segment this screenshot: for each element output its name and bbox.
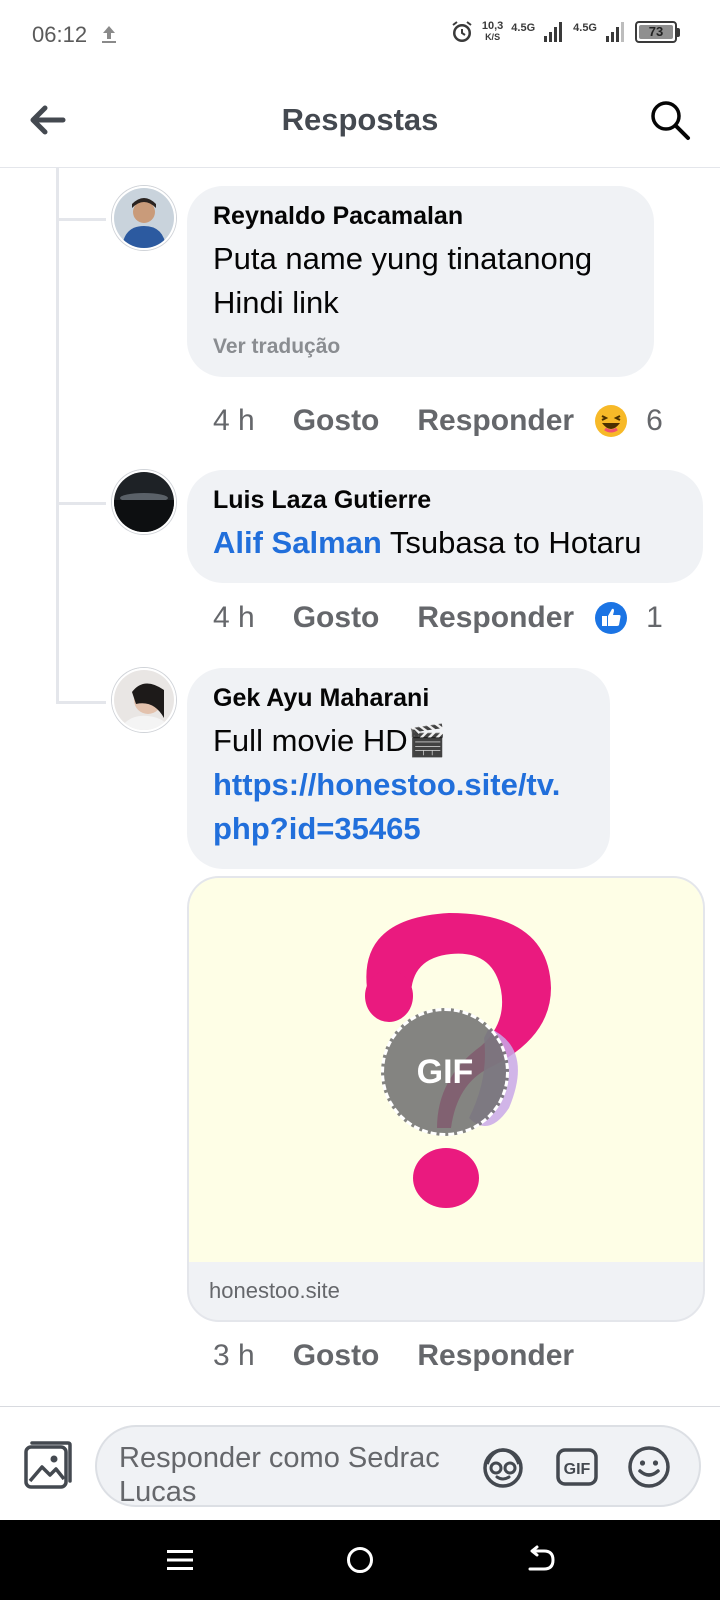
comment-actions: 4 h Gosto Responder 6	[213, 404, 663, 438]
comment-bubble[interactable]: Luis Laza Gutierre Alif Salman Tsubasa t…	[187, 470, 703, 583]
emoji-icon	[628, 1446, 670, 1488]
home-circle-icon	[347, 1547, 373, 1573]
system-back-button[interactable]	[520, 1540, 560, 1580]
avatar[interactable]	[112, 668, 176, 732]
thread-branch	[56, 701, 106, 704]
like-button[interactable]: Gosto	[293, 1339, 380, 1373]
comment-actions: 4 h Gosto Responder 1	[213, 601, 663, 635]
home-button[interactable]	[340, 1540, 380, 1580]
page-title: Respostas	[281, 102, 439, 137]
battery-icon: 73	[635, 21, 680, 43]
search-button[interactable]	[646, 96, 694, 144]
mention-link[interactable]: Alif Salman	[213, 525, 382, 560]
link-preview-domain[interactable]: honestoo.site	[189, 1262, 703, 1320]
like-button[interactable]: Gosto	[293, 404, 380, 438]
signal-1-label: 4.5G	[511, 22, 536, 34]
alarm-icon	[452, 21, 472, 42]
see-translation-link[interactable]: Ver tradução	[213, 335, 628, 359]
signal-2-label: 4.5G	[573, 22, 597, 34]
photo-button[interactable]	[22, 1439, 74, 1491]
gif-button[interactable]: GIF	[553, 1443, 601, 1491]
comment-bubble[interactable]: Gek Ayu Maharani Full movie HD🎬 https://…	[187, 668, 610, 869]
like-thumb-icon	[595, 602, 628, 634]
comment-author[interactable]: Reynaldo Pacamalan	[213, 202, 628, 231]
reply-input-placeholder[interactable]: Responder como Sedrac Lucas	[119, 1441, 469, 1505]
laughing-emoji-icon	[595, 405, 628, 437]
comment-body: Tsubasa to Hotaru	[389, 525, 642, 560]
app-header: Respostas	[0, 72, 720, 168]
avatar[interactable]	[112, 186, 176, 250]
gif-icon-label: GIF	[564, 1461, 591, 1478]
reply-input[interactable]: Responder como Sedrac Lucas GIF	[95, 1425, 701, 1507]
thread-line	[56, 168, 59, 704]
photo-icon	[24, 1441, 72, 1489]
comment-link[interactable]: https://honestoo.site/tv. php?id=35465	[213, 763, 584, 851]
net-speed-unit: K/S	[485, 32, 501, 42]
comment-time[interactable]: 3 h	[213, 1339, 255, 1373]
avatar-sticker-icon	[483, 1448, 523, 1488]
reaction-summary[interactable]: 6	[594, 404, 663, 438]
like-button[interactable]: Gosto	[293, 601, 380, 635]
gif-play-button[interactable]: GIF	[381, 1008, 509, 1136]
comment-text: Full movie HD🎬	[213, 723, 447, 758]
reply-button[interactable]: Responder	[417, 404, 574, 438]
net-speed: 10,3 K/S	[482, 21, 503, 43]
status-icons: 10,3 K/S 4.5G 4.5G 73	[450, 20, 680, 44]
battery-level: 73	[639, 25, 673, 39]
status-bar: 06:12 10,3 K/S 4.5G 4.5G 73	[0, 0, 720, 72]
menu-button[interactable]	[160, 1540, 200, 1580]
system-back-icon	[528, 1545, 555, 1571]
reaction-count: 1	[646, 601, 663, 634]
comment-link-line[interactable]: https://honestoo.site/tv.	[213, 763, 584, 807]
emoji-button[interactable]	[625, 1443, 673, 1491]
reply-button[interactable]: Responder	[417, 601, 574, 635]
link-preview-card[interactable]: GIF honestoo.site	[187, 876, 705, 1322]
comment-text: Alif Salman Tsubasa to Hotaru	[213, 521, 677, 565]
reaction-summary[interactable]: 1	[594, 601, 663, 635]
comment-author[interactable]: Gek Ayu Maharani	[213, 684, 584, 713]
comment-link-line[interactable]: php?id=35465	[213, 807, 584, 851]
signal-icon	[606, 22, 624, 42]
comment-text: Puta name yung tinatanong Hindi link	[213, 241, 593, 320]
avatar[interactable]	[112, 470, 176, 534]
comment-bubble[interactable]: Reynaldo Pacamalan Puta name yung tinata…	[187, 186, 654, 377]
gif-icon: GIF	[556, 1448, 598, 1486]
reply-composer: Responder como Sedrac Lucas GIF	[0, 1406, 720, 1520]
avatar-sticker-button[interactable]	[479, 1443, 527, 1491]
search-icon	[651, 101, 690, 140]
comment-time[interactable]: 4 h	[213, 404, 255, 438]
comment-time[interactable]: 4 h	[213, 601, 255, 635]
thread-branch	[56, 502, 106, 505]
system-nav-bar	[0, 1520, 720, 1600]
upload-icon	[102, 26, 116, 43]
status-time: 06:12	[32, 22, 88, 47]
comment-author[interactable]: Luis Laza Gutierre	[213, 486, 677, 515]
net-speed-value: 10,3	[481, 20, 504, 32]
thread-branch	[56, 218, 106, 221]
comment-actions: 3 h Gosto Responder	[213, 1339, 612, 1373]
reaction-count: 6	[646, 404, 663, 437]
menu-icon	[167, 1550, 193, 1570]
link-preview-image[interactable]: GIF	[189, 878, 703, 1262]
signal-icon	[544, 22, 563, 42]
reply-button[interactable]: Responder	[417, 1339, 574, 1373]
